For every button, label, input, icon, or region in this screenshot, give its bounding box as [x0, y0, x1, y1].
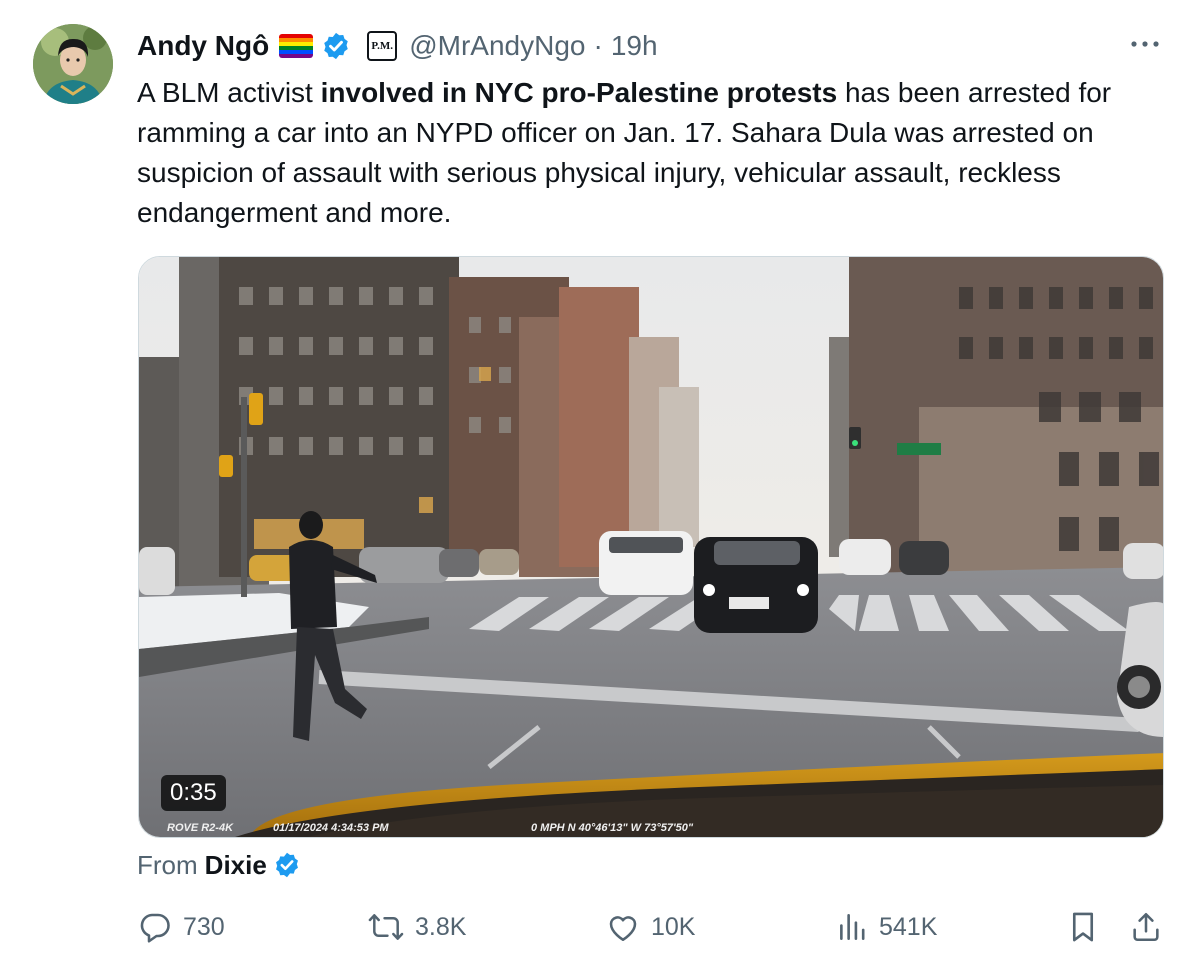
affiliate-badge[interactable]: P.M. [367, 31, 398, 61]
avatar-image [33, 24, 113, 104]
tweet-text-part-1: A BLM activist [137, 77, 321, 108]
rainbow-flag-icon [279, 34, 314, 58]
source-name[interactable]: Dixie [205, 850, 267, 881]
repost-count: 3.8K [415, 912, 467, 941]
dashcam-gps-text: 0 MPH N 40°46'13" W 73°57'50" [531, 822, 694, 834]
views-icon [840, 914, 865, 940]
more-icon[interactable] [1128, 34, 1162, 54]
author-name[interactable]: Andy Ngô [137, 30, 269, 62]
like-button[interactable]: 10K [605, 904, 695, 950]
bookmark-icon[interactable] [1067, 909, 1099, 945]
like-icon [609, 916, 637, 942]
repost-icon [368, 914, 404, 940]
dashcam-brand-text: ROVE R2-4K [167, 822, 234, 834]
repost-button[interactable]: 3.8K [367, 904, 466, 950]
verified-icon [275, 852, 298, 878]
video-source: From Dixie [137, 847, 301, 883]
reply-button[interactable]: 730 [137, 904, 225, 950]
dashcam-datetime-text: 01/17/2024 4:34:53 PM [273, 822, 389, 834]
avatar[interactable] [33, 24, 113, 104]
separator-dot: · [593, 30, 603, 61]
video-frame [139, 257, 1163, 837]
reply-icon [140, 913, 170, 943]
source-prefix: From [137, 849, 198, 880]
video-duration: 0:35 [161, 775, 226, 811]
tweet-header: Andy Ngô P.M. @MrAndyNgo · 19h [137, 26, 658, 66]
tweet-timestamp[interactable]: 19h [611, 30, 658, 62]
share-icon[interactable] [1129, 909, 1163, 945]
reply-count: 730 [183, 912, 225, 941]
views-count: 541K [879, 912, 938, 941]
video-player[interactable]: 0:35 ROVE R2-4K 01/17/2024 4:34:53 PM 0 … [138, 256, 1164, 838]
tweet-text-bold: involved in NYC pro-Palestine protests [320, 77, 838, 108]
verified-icon[interactable] [321, 31, 351, 61]
tweet-actions: 730 3.8K 10K 541K [137, 904, 1167, 950]
author-handle[interactable]: @MrAndyNgo [409, 30, 585, 62]
tweet-text: A BLM activist involved in NYC pro-Pales… [137, 73, 1177, 233]
like-count: 10K [651, 912, 696, 941]
views-button[interactable]: 541K [837, 904, 937, 950]
